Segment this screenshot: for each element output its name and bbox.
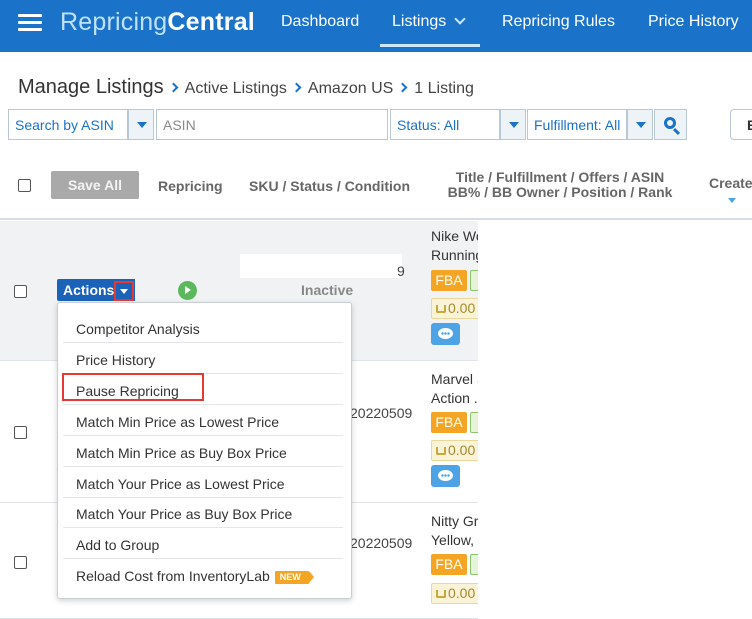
start-repricing-icon[interactable] [178, 281, 197, 300]
product-title[interactable]: Nitty Gri Yellow, ... [431, 512, 478, 550]
sku-text: 9 [397, 263, 405, 279]
fulfillment-select[interactable]: Fulfillment: All [527, 109, 627, 140]
chevron-right-icon [397, 82, 408, 93]
brand-logo[interactable]: RepricingCentral [60, 8, 255, 37]
sku-text: 20220509 [350, 535, 413, 551]
asin-search-input[interactable] [156, 109, 388, 140]
save-all-button[interactable]: Save All [51, 171, 139, 199]
row-checkbox[interactable] [14, 426, 27, 439]
caret-down-icon [509, 122, 519, 128]
chevron-right-icon [168, 82, 179, 93]
search-by-dropdown-button[interactable] [128, 109, 154, 140]
menu-item-match-min-buybox[interactable]: Match Min Price as Buy Box Price [63, 436, 343, 467]
product-title[interactable]: Nike Wo Running [431, 227, 478, 265]
fulfillment-dropdown-button[interactable] [627, 109, 653, 140]
menu-item-reload-cost[interactable]: Reload Cost from InventoryLab NEW [63, 559, 343, 590]
menu-item-price-history[interactable]: Price History [63, 343, 343, 374]
message-icon[interactable] [431, 465, 460, 487]
page-title: Manage Listings [18, 76, 164, 98]
menu-item-match-your-lowest[interactable]: Match Your Price as Lowest Price [63, 467, 343, 498]
cart-icon [436, 305, 446, 313]
caret-down-icon [636, 122, 646, 128]
caret-down-icon [137, 122, 147, 128]
sku-redacted [240, 254, 402, 278]
fba-badge: FBA [431, 270, 467, 291]
menu-item-add-to-group[interactable]: Add to Group [63, 528, 343, 559]
buybox-price: 0.00 [431, 583, 479, 604]
select-all-checkbox[interactable] [18, 179, 31, 192]
table-header: Save All Repricing SKU / Status / Condit… [0, 158, 752, 220]
column-created[interactable]: Created [709, 175, 752, 191]
search-button[interactable] [654, 109, 687, 140]
menu-item-match-your-buybox[interactable]: Match Your Price as Buy Box Price [63, 497, 343, 528]
new-badge: NEW [274, 571, 314, 584]
cart-icon [436, 590, 446, 598]
search-by-select[interactable]: Search by ASIN [8, 109, 128, 140]
fba-badge: FBA [431, 554, 467, 575]
status-dropdown-button[interactable] [500, 109, 526, 140]
top-navbar: RepricingCentral Dashboard Listings Repr… [0, 0, 752, 52]
toolbar-button-cutoff[interactable]: B [730, 109, 752, 140]
actions-menu: Competitor Analysis Price History Pause … [57, 302, 352, 599]
product-title[interactable]: Marvel S Action ... [431, 370, 478, 408]
nav-active-indicator [380, 44, 480, 47]
message-icon[interactable] [431, 323, 460, 345]
breadcrumb-listing-count: 1 Listing [414, 80, 474, 97]
actions-dropdown-toggle[interactable] [114, 281, 134, 301]
column-title-fulfillment[interactable]: Title / Fulfillment / Offers / ASIN BB% … [440, 170, 680, 200]
menu-item-competitor-analysis[interactable]: Competitor Analysis [63, 312, 343, 343]
sort-desc-icon[interactable] [728, 198, 736, 203]
cart-icon [436, 447, 446, 455]
row-checkbox[interactable] [14, 556, 27, 569]
sku-text: 20220509 [350, 405, 413, 421]
column-repricing[interactable]: Repricing [158, 178, 223, 194]
fba-badge: FBA [431, 412, 467, 433]
hamburger-menu-icon[interactable] [18, 13, 42, 33]
caret-down-icon [120, 289, 128, 294]
buybox-price: 0.00 [431, 440, 479, 461]
nav-repricing-rules[interactable]: Repricing Rules [502, 13, 615, 31]
chevron-right-icon [291, 82, 302, 93]
buybox-price: 0.00 [431, 298, 479, 319]
status-select[interactable]: Status: All [390, 109, 500, 140]
status-badge: Inactive [301, 282, 354, 298]
breadcrumb-active-listings[interactable]: Active Listings [185, 80, 287, 97]
nav-listings[interactable]: Listings [392, 13, 466, 31]
nav-dashboard[interactable]: Dashboard [281, 13, 359, 31]
menu-item-match-min-lowest[interactable]: Match Min Price as Lowest Price [63, 405, 343, 436]
row-checkbox[interactable] [14, 285, 27, 298]
breadcrumb-marketplace[interactable]: Amazon US [308, 80, 393, 97]
chevron-down-icon [454, 13, 466, 25]
breadcrumb: Manage Listings Active Listings Amazon US 1… [18, 76, 474, 99]
column-sku-status-condition[interactable]: SKU / Status / Condition [249, 178, 410, 194]
nav-price-history[interactable]: Price History [648, 13, 739, 31]
redacted-area [478, 221, 752, 619]
menu-item-pause-repricing[interactable]: Pause Repricing [63, 374, 343, 405]
